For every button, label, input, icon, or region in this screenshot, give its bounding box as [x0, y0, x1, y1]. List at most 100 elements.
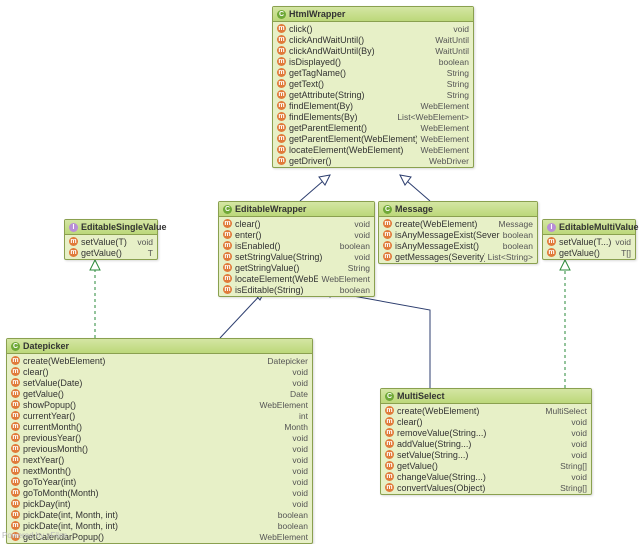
method-name: nextMonth() — [23, 466, 289, 476]
method-row: misAnyMessageExist()boolean — [379, 240, 537, 251]
method-return: void — [292, 444, 308, 454]
method-name: pickDate(int, Month, int) — [23, 521, 275, 531]
method-row: mclear()void — [381, 416, 591, 427]
method-row: mshowPopup()WebElement — [7, 399, 312, 410]
method-return: boolean — [278, 521, 308, 531]
method-row: mcurrentMonth()Month — [7, 421, 312, 432]
interface-editablesinglevalue[interactable]: IEditableSingleValue msetValue(T)voidmge… — [64, 219, 158, 260]
method-icon: m — [69, 237, 78, 246]
method-icon: m — [277, 123, 286, 132]
method-name: clear() — [397, 417, 568, 427]
method-name: removeValue(String...) — [397, 428, 568, 438]
method-name: showPopup() — [23, 400, 256, 410]
class-icon: C — [11, 342, 20, 351]
method-row: mgetDriver()WebDriver — [273, 155, 473, 166]
method-name: setStringValue(String) — [235, 252, 351, 262]
method-return: void — [354, 219, 370, 229]
method-name: clear() — [23, 367, 289, 377]
method-return: WebElement — [259, 532, 308, 542]
class-header: CMultiSelect — [381, 389, 591, 404]
method-icon: m — [69, 248, 78, 257]
method-icon: m — [385, 428, 394, 437]
method-row: menter()void — [219, 229, 374, 240]
method-name: setValue(T...) — [559, 237, 612, 247]
class-body: msetValue(T)voidmgetValue()T — [65, 235, 157, 259]
method-row: mclickAndWaitUntil()WaitUntil — [273, 34, 473, 45]
class-icon: C — [223, 205, 232, 214]
method-name: getValue() — [397, 461, 557, 471]
method-icon: m — [385, 417, 394, 426]
class-body: mclick()voidmclickAndWaitUntil()WaitUnti… — [273, 22, 473, 167]
method-name: create(WebElement) — [397, 406, 542, 416]
method-return: void — [292, 367, 308, 377]
method-return: WaitUntil — [435, 46, 469, 56]
class-htmlwrapper[interactable]: CHtmlWrapper mclick()voidmclickAndWaitUn… — [272, 6, 474, 168]
method-return: WebElement — [420, 145, 469, 155]
class-body: mclear()voidmenter()voidmisEnabled()bool… — [219, 217, 374, 296]
class-multiselect[interactable]: CMultiSelect mcreate(WebElement)MultiSel… — [380, 388, 592, 495]
class-title: Message — [395, 204, 433, 214]
method-return: WebElement — [259, 400, 308, 410]
method-return: WebElement — [420, 123, 469, 133]
method-row: mgoToYear(int)void — [7, 476, 312, 487]
method-icon: m — [11, 488, 20, 497]
method-row: mclickAndWaitUntil(By)WaitUntil — [273, 45, 473, 56]
method-name: getText() — [289, 79, 444, 89]
class-title: EditableWrapper — [235, 204, 306, 214]
method-name: getMessages(Severity) — [395, 252, 485, 262]
method-row: mlocateElement(WebElement)WebElement — [273, 144, 473, 155]
method-name: addValue(String...) — [397, 439, 568, 449]
method-return: WebElement — [321, 274, 370, 284]
method-return: boolean — [503, 241, 533, 251]
method-return: void — [571, 472, 587, 482]
method-return: void — [453, 24, 469, 34]
class-editablewrapper[interactable]: CEditableWrapper mclear()voidmenter()voi… — [218, 201, 375, 297]
method-icon: m — [383, 219, 392, 228]
method-icon: m — [11, 433, 20, 442]
class-datepicker[interactable]: C Datepicker mcreate(WebElement)Datepicke… — [6, 338, 313, 544]
method-icon: m — [11, 466, 20, 475]
method-row: misEditable(String)boolean — [219, 284, 374, 295]
class-title: EditableSingleValue — [81, 222, 167, 232]
method-icon: m — [547, 248, 556, 257]
method-icon: m — [277, 79, 286, 88]
method-row: mconvertValues(Object)String[] — [381, 482, 591, 493]
method-icon: m — [277, 24, 286, 33]
method-icon: m — [11, 477, 20, 486]
method-icon: m — [277, 112, 286, 121]
method-icon: m — [11, 411, 20, 420]
interface-editablemultivalue[interactable]: IEditableMultiValue msetValue(T...)voidm… — [542, 219, 636, 260]
method-icon: m — [223, 230, 232, 239]
method-name: enter() — [235, 230, 351, 240]
method-name: setValue(String...) — [397, 450, 568, 460]
method-row: mgetValue()T — [65, 247, 157, 258]
interface-icon: I — [547, 223, 556, 232]
method-name: locateElement(WebElement) — [235, 274, 318, 284]
method-row: mpreviousYear()void — [7, 432, 312, 443]
method-return: Month — [284, 422, 308, 432]
method-icon: m — [11, 499, 20, 508]
class-message[interactable]: CMessage mcreate(WebElement)MessagemisAn… — [378, 201, 538, 264]
method-icon: m — [383, 252, 392, 261]
method-row: mremoveValue(String...)void — [381, 427, 591, 438]
method-icon: m — [11, 400, 20, 409]
method-icon: m — [223, 252, 232, 261]
method-row: mlocateElement(WebElement)WebElement — [219, 273, 374, 284]
method-row: mnextMonth()void — [7, 465, 312, 476]
method-return: String — [348, 263, 370, 273]
method-return: T — [148, 248, 153, 258]
method-name: create(WebElement) — [395, 219, 496, 229]
method-name: changeValue(String...) — [397, 472, 568, 482]
method-return: boolean — [439, 57, 469, 67]
method-name: previousYear() — [23, 433, 289, 443]
method-row: mgetParentElement()WebElement — [273, 122, 473, 133]
method-return: int — [299, 411, 308, 421]
method-name: getTagName() — [289, 68, 444, 78]
method-row: mcreate(WebElement)Datepicker — [7, 355, 312, 366]
method-return: Datepicker — [267, 356, 308, 366]
method-name: getValue() — [23, 389, 287, 399]
method-return: void — [292, 488, 308, 498]
method-return: void — [292, 378, 308, 388]
method-name: clickAndWaitUntil() — [289, 35, 432, 45]
class-header: IEditableSingleValue — [65, 220, 157, 235]
